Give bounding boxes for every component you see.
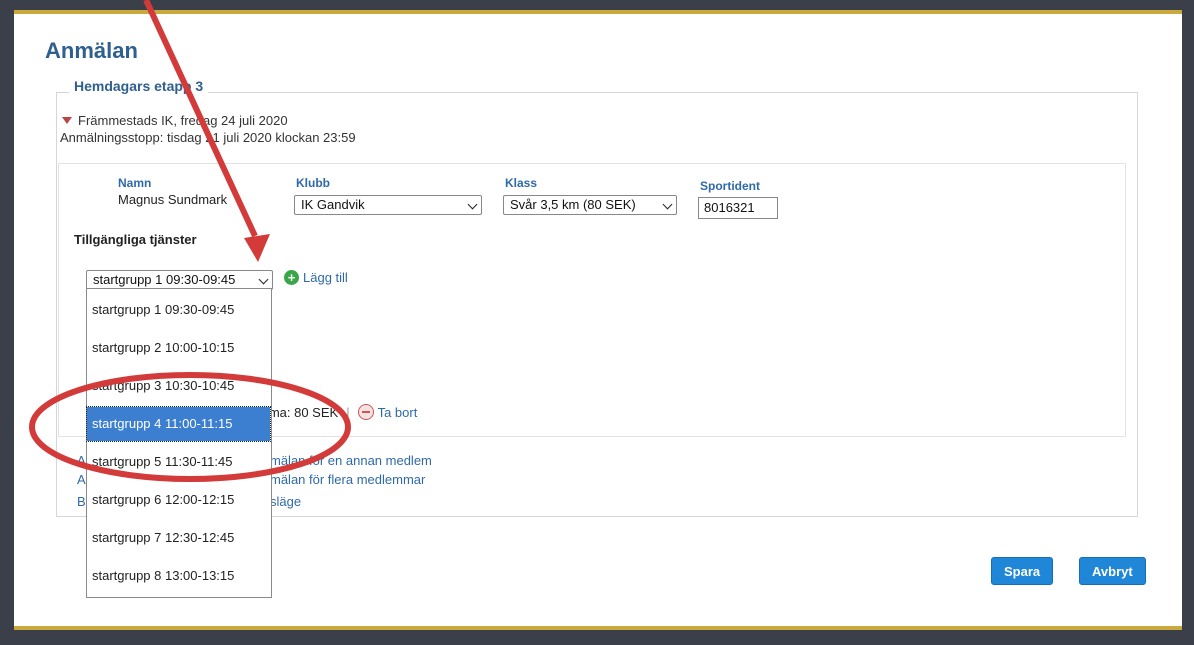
annotation-overlay (29, 0, 351, 482)
annotation-arrow-line (143, 0, 258, 238)
annotation-arrowhead (244, 234, 270, 262)
annotation-ellipse (29, 372, 351, 482)
